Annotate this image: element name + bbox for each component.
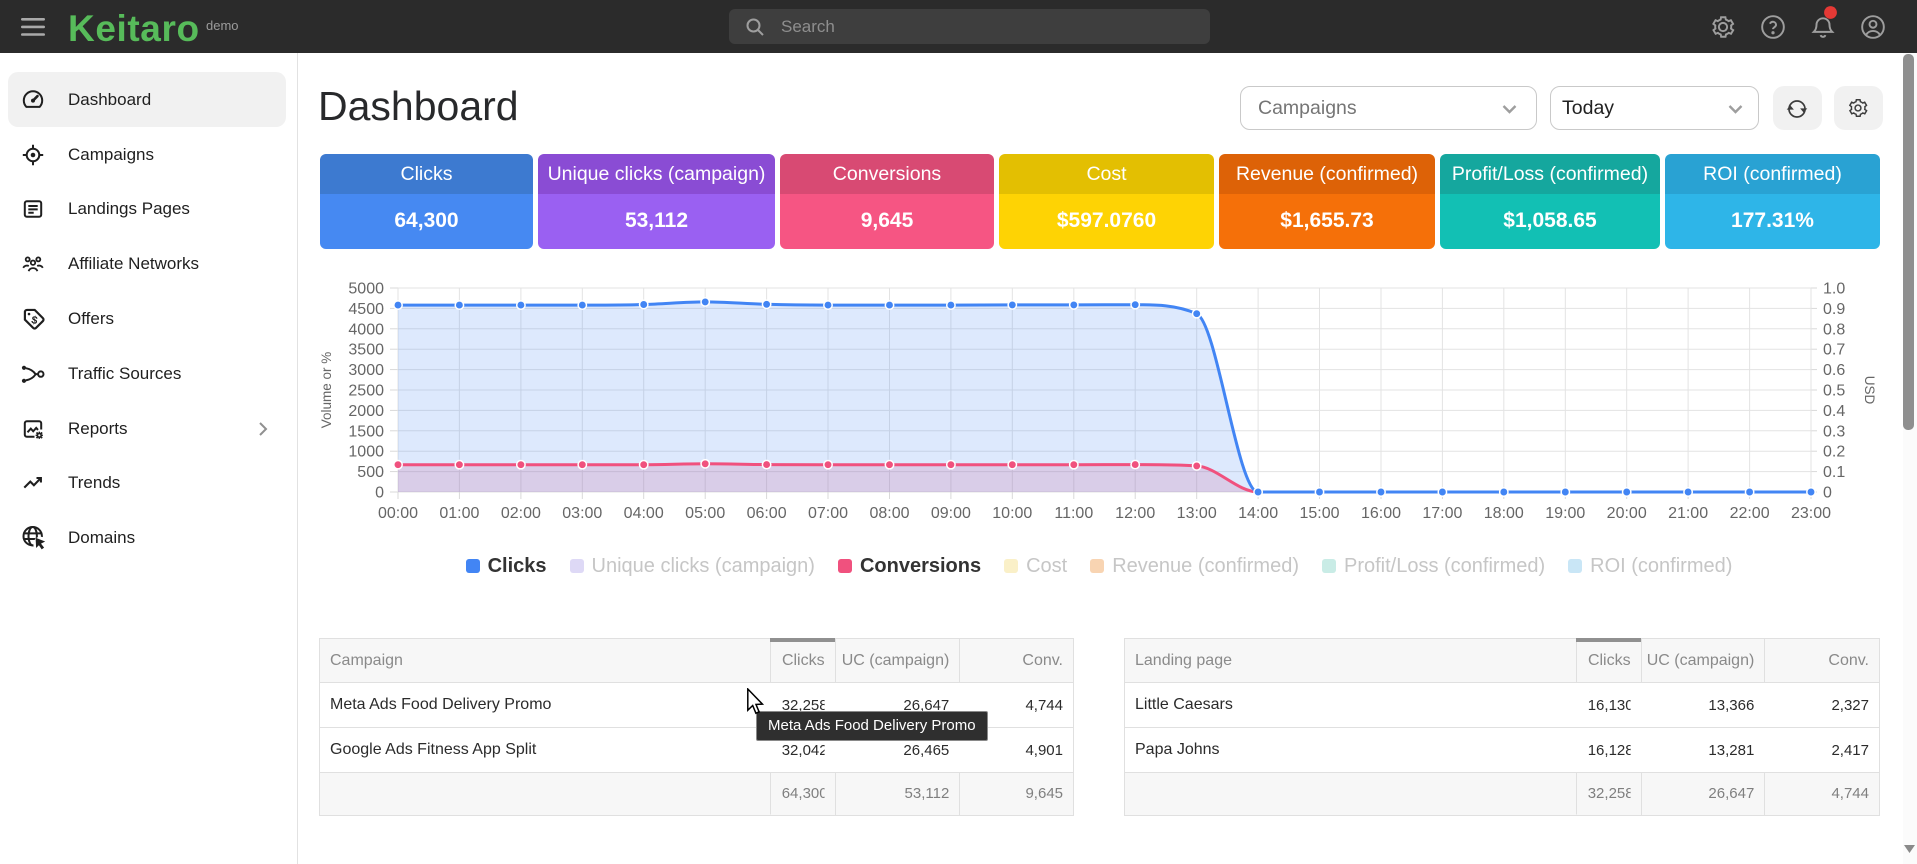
- svg-text:10:00: 10:00: [992, 505, 1032, 522]
- svg-text:0.5: 0.5: [1823, 383, 1845, 400]
- svg-text:0.6: 0.6: [1823, 362, 1845, 379]
- svg-text:3500: 3500: [348, 342, 384, 359]
- svg-text:08:00: 08:00: [869, 505, 909, 522]
- svg-text:21:00: 21:00: [1668, 505, 1708, 522]
- svg-text:18:00: 18:00: [1484, 505, 1524, 522]
- svg-text:0.2: 0.2: [1823, 444, 1845, 461]
- svg-text:3000: 3000: [348, 362, 384, 379]
- svg-text:USD: USD: [1862, 376, 1877, 405]
- svg-text:06:00: 06:00: [747, 505, 787, 522]
- svg-text:5000: 5000: [348, 281, 384, 298]
- svg-text:13:00: 13:00: [1177, 505, 1217, 522]
- svg-text:1500: 1500: [348, 423, 384, 440]
- svg-text:11:00: 11:00: [1054, 505, 1093, 522]
- svg-text:0.4: 0.4: [1823, 403, 1845, 420]
- svg-text:4500: 4500: [348, 301, 384, 318]
- svg-text:Volume or %: Volume or %: [319, 352, 334, 429]
- svg-text:4000: 4000: [348, 321, 384, 338]
- svg-text:12:00: 12:00: [1115, 505, 1155, 522]
- svg-text:1.0: 1.0: [1823, 281, 1845, 298]
- svg-text:01:00: 01:00: [439, 505, 479, 522]
- svg-text:$: $: [30, 314, 38, 327]
- svg-text:15:00: 15:00: [1299, 505, 1339, 522]
- svg-text:05:00: 05:00: [685, 505, 725, 522]
- svg-text:14:00: 14:00: [1238, 505, 1278, 522]
- svg-text:0.8: 0.8: [1823, 321, 1845, 338]
- svg-text:22:00: 22:00: [1730, 505, 1770, 522]
- svg-text:19:00: 19:00: [1545, 505, 1585, 522]
- svg-text:07:00: 07:00: [808, 505, 848, 522]
- svg-text:17:00: 17:00: [1422, 505, 1462, 522]
- svg-text:0.3: 0.3: [1823, 423, 1845, 440]
- svg-text:0.7: 0.7: [1823, 342, 1845, 359]
- svg-text:09:00: 09:00: [931, 505, 971, 522]
- svg-text:0: 0: [375, 485, 384, 502]
- svg-text:20:00: 20:00: [1607, 505, 1647, 522]
- svg-text:500: 500: [357, 464, 384, 481]
- svg-text:1000: 1000: [348, 444, 384, 461]
- svg-text:23:00: 23:00: [1791, 505, 1831, 522]
- svg-text:02:00: 02:00: [501, 505, 541, 522]
- svg-text:0: 0: [1823, 485, 1832, 502]
- svg-text:16:00: 16:00: [1361, 505, 1401, 522]
- svg-text:00:00: 00:00: [378, 505, 418, 522]
- svg-text:03:00: 03:00: [562, 505, 602, 522]
- svg-text:0.1: 0.1: [1823, 464, 1845, 481]
- svg-text:04:00: 04:00: [624, 505, 664, 522]
- svg-text:2500: 2500: [348, 383, 384, 400]
- svg-text:0.9: 0.9: [1823, 301, 1845, 318]
- svg-text:2000: 2000: [348, 403, 384, 420]
